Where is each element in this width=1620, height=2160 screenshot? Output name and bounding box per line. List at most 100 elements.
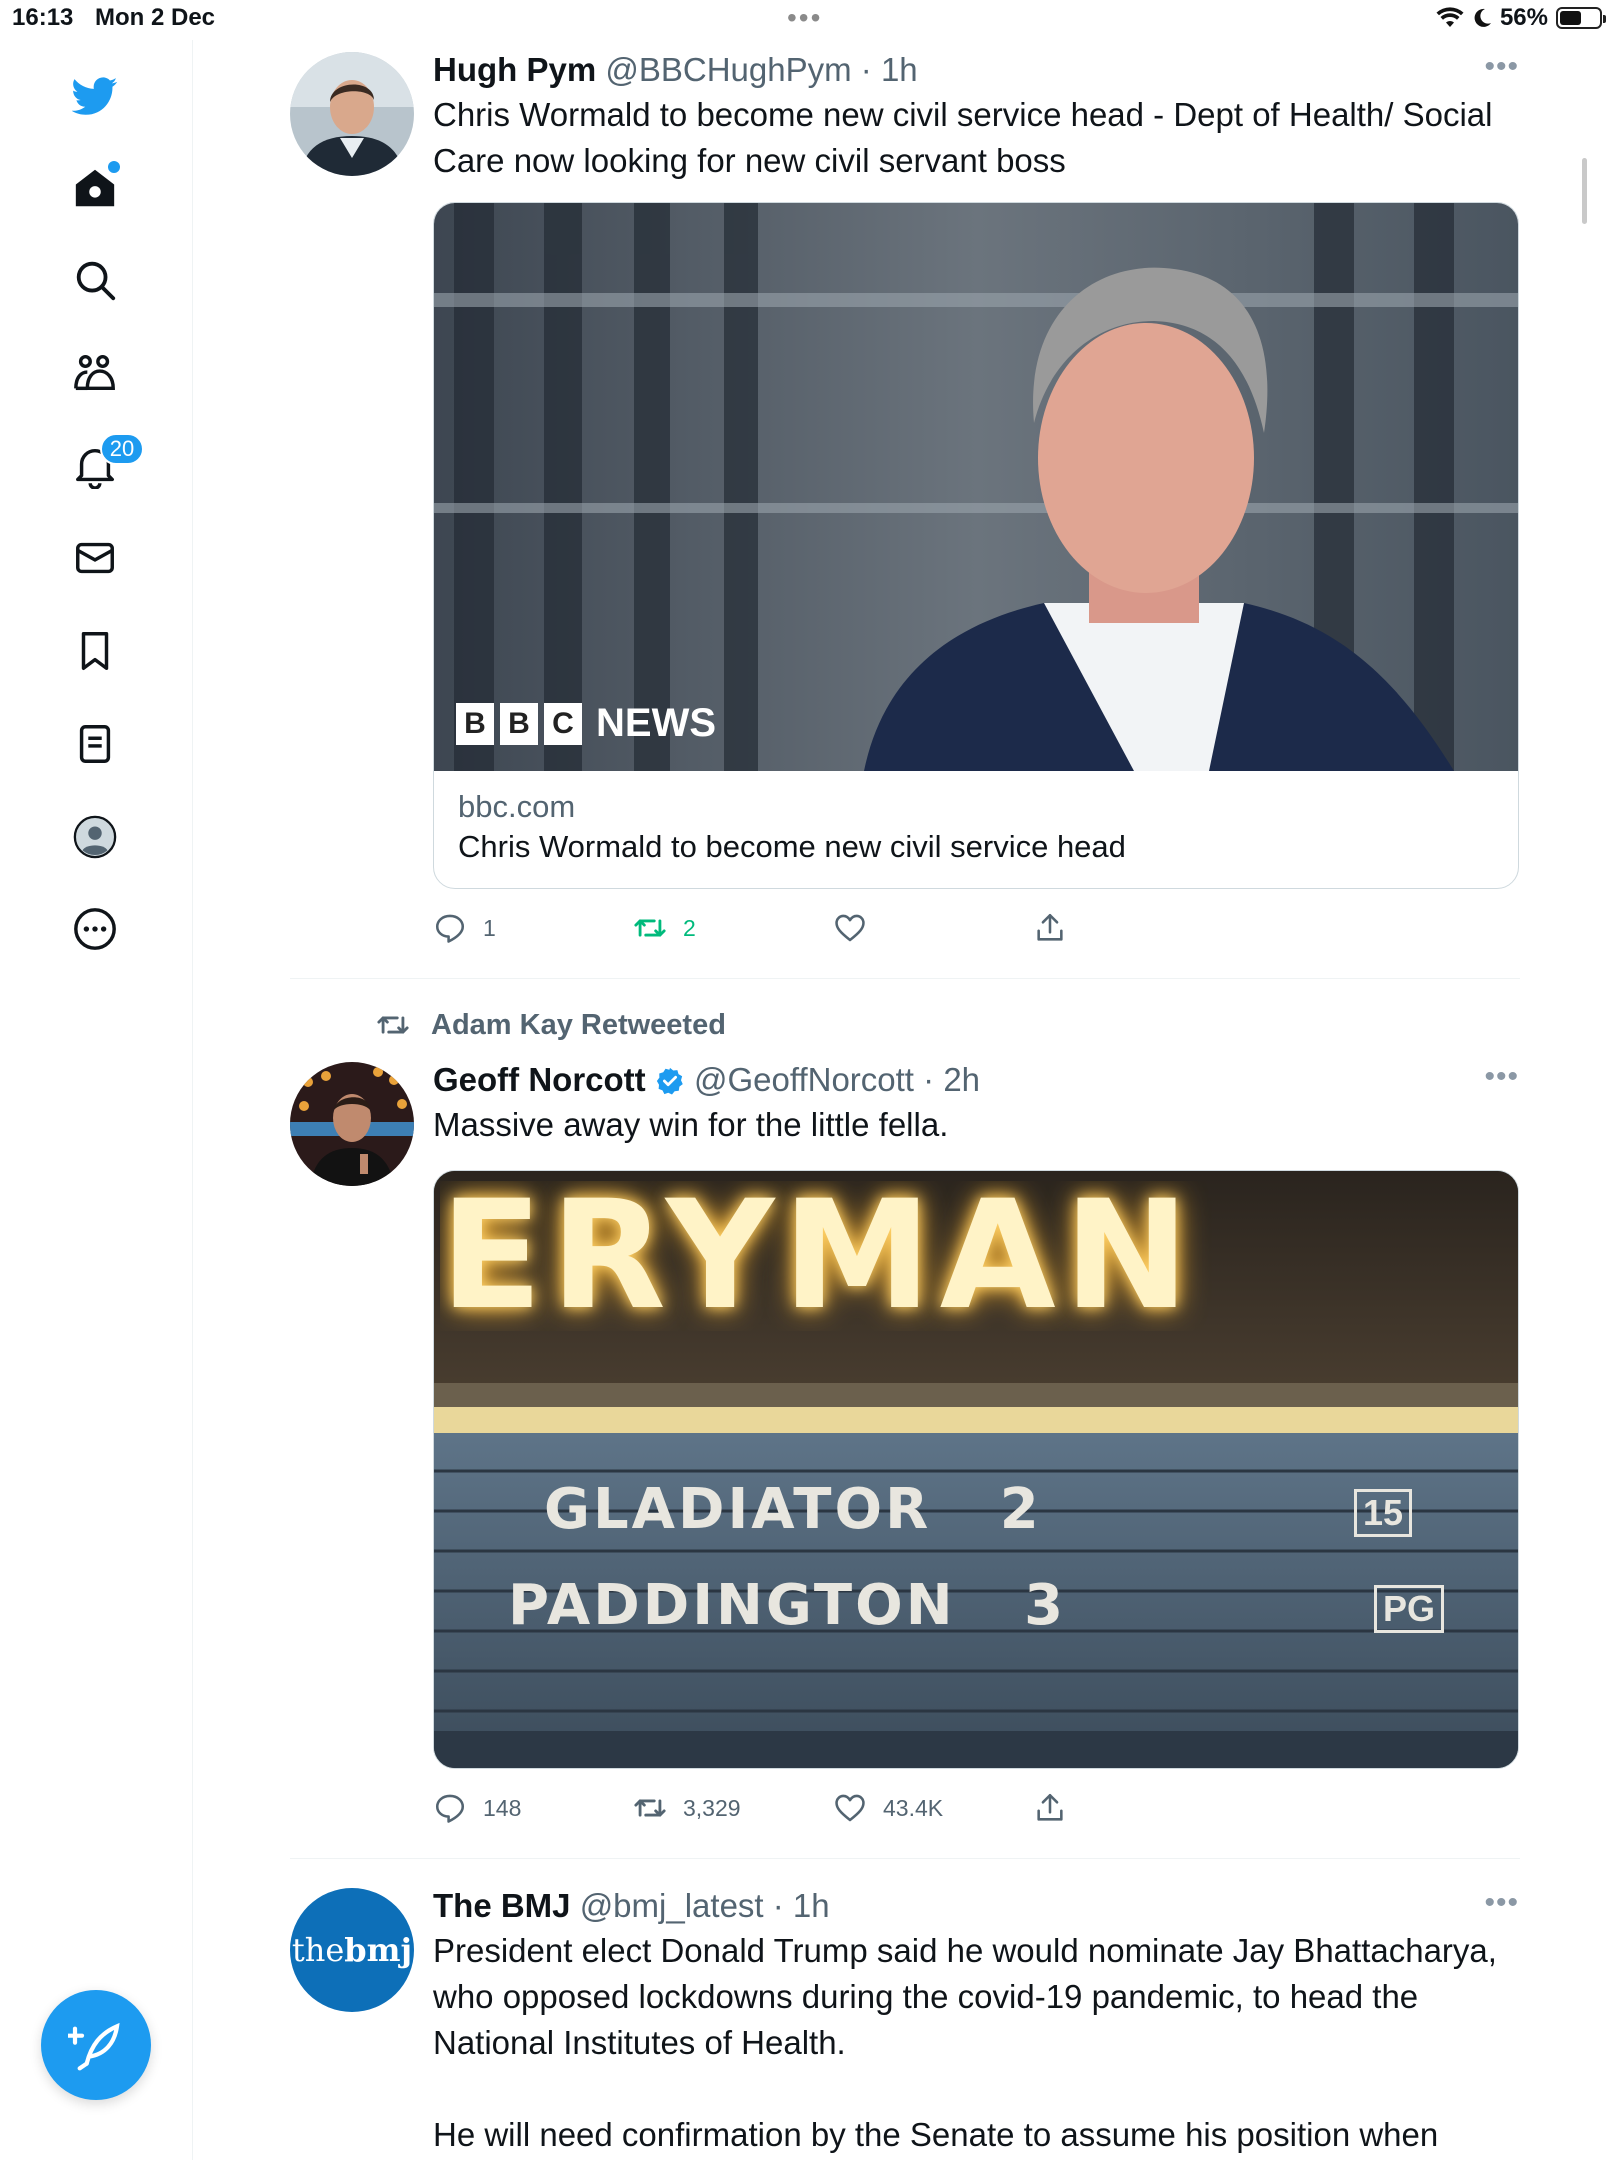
bbc-logo-box: C — [544, 702, 582, 745]
sidebar-nav: 20 — [0, 40, 193, 2160]
sidebar-item-communities[interactable] — [64, 342, 126, 404]
link-card-image: B B C NEWS — [434, 203, 1518, 771]
bbc-logo-box: B — [456, 702, 494, 745]
link-domain: bbc.com — [458, 789, 576, 824]
avatar-the-bmj[interactable]: thebmj — [290, 1888, 414, 2012]
tweet-photo[interactable]: ERYMAN GLADIATOR 2 15 PADDINGTON 3 PG — [433, 1170, 1519, 1769]
retweet-icon — [377, 1016, 409, 1034]
share-button[interactable] — [1033, 1791, 1067, 1825]
sidebar-item-notifications[interactable]: 20 — [64, 433, 144, 497]
like-button[interactable]: 43.4K — [833, 1791, 943, 1825]
retweeted-by-text: Adam Kay Retweeted — [431, 1008, 726, 1041]
tweet-time[interactable]: · 1h — [861, 51, 918, 88]
link-title: Chris Wormald to become new civil servic… — [458, 829, 1126, 864]
battery-icon — [1556, 7, 1606, 29]
tweet-more-icon[interactable]: ••• — [1484, 50, 1519, 84]
status-time: 16:13 — [12, 4, 74, 31]
rating-badge: 15 — [1354, 1489, 1413, 1537]
tweet-text: President elect Donald Trump said he wou… — [433, 1932, 1497, 2061]
lists-icon — [79, 725, 111, 763]
battery-level — [1560, 11, 1582, 25]
avatar-hugh-pym[interactable] — [290, 52, 414, 176]
sign-line-1: GLADIATOR 2 — [544, 1477, 1042, 1542]
reply-icon — [435, 914, 465, 943]
reply-icon — [435, 1794, 465, 1823]
tweet-time[interactable]: · 2h — [923, 1061, 980, 1098]
sidebar-item-search[interactable] — [64, 249, 126, 311]
author-handle[interactable]: @bmj_latest — [580, 1887, 764, 1924]
tweet-actions: 1 2 — [433, 911, 1519, 961]
tweet-time[interactable]: · 1h — [773, 1887, 830, 1924]
sign-line-2: PADDINGTON 3 — [508, 1573, 1067, 1638]
status-bar: 16:13 Mon 2 Dec ••• 56% — [0, 0, 1620, 40]
tweet-more-icon[interactable]: ••• — [1484, 1060, 1519, 1094]
tweet-more-icon[interactable]: ••• — [1484, 1886, 1519, 1920]
notifications-badge: 20 — [100, 433, 144, 465]
wifi-icon — [1436, 7, 1464, 27]
tweet-header: The BMJ @bmj_latest · 1h — [433, 1886, 1519, 1926]
profile-avatar-icon — [73, 815, 117, 859]
bmj-logo: thebmj — [292, 1931, 412, 1969]
home-unread-dot — [108, 161, 120, 173]
tweet-divider — [290, 1858, 1520, 1859]
retweeted-by-label[interactable]: Adam Kay Retweeted — [373, 1008, 726, 1042]
author-handle[interactable]: @BBCHughPym — [605, 51, 851, 88]
heart-icon — [835, 914, 865, 942]
share-button[interactable] — [1033, 911, 1067, 945]
status-indicators: 56% — [1436, 4, 1606, 32]
tweet-text-continued: He will need confirmation by the Senate … — [433, 2116, 1439, 2153]
tweet-text: Chris Wormald to become new civil servic… — [433, 96, 1493, 179]
retweet-button[interactable]: 2 — [633, 911, 696, 945]
compose-tweet-button[interactable] — [41, 1990, 151, 2100]
rating-badge: PG — [1374, 1585, 1445, 1633]
more-circle-icon — [74, 908, 116, 950]
bookmark-icon — [81, 632, 109, 670]
reply-button[interactable]: 148 — [433, 1791, 521, 1825]
sidebar-item-home[interactable] — [64, 157, 126, 219]
bbc-logo-box: B — [500, 702, 538, 745]
twitter-logo-icon[interactable] — [64, 65, 126, 127]
search-icon — [76, 261, 116, 301]
share-icon — [1037, 913, 1063, 941]
communities-icon — [74, 354, 115, 391]
sidebar-item-messages[interactable] — [64, 527, 126, 589]
tweet-header: Hugh Pym @BBCHughPym · 1h — [433, 50, 1519, 90]
sidebar-item-bookmarks[interactable] — [64, 620, 126, 682]
sidebar-item-more[interactable] — [64, 898, 126, 960]
envelope-icon — [76, 542, 114, 574]
moon-icon — [1474, 8, 1491, 27]
neon-sign: ERYMAN — [440, 1181, 1198, 1331]
share-icon — [1037, 1793, 1063, 1821]
tweet-header: Geoff Norcott @GeoffNorcott · 2h — [433, 1060, 1519, 1100]
link-card[interactable]: B B C NEWS bbc.com Chris Wormald to beco… — [433, 202, 1519, 889]
retweet-icon — [634, 919, 666, 937]
multitasking-dots-icon[interactable]: ••• — [787, 4, 822, 32]
author-handle[interactable]: @GeoffNorcott — [694, 1061, 914, 1098]
retweet-count: 2 — [683, 914, 696, 941]
avatar-geoff-norcott[interactable] — [290, 1062, 414, 1186]
bmj-logo-bold: bmj — [344, 1931, 413, 1969]
sidebar-item-profile[interactable] — [64, 806, 126, 868]
compose-feather-icon — [68, 2022, 120, 2071]
author-name[interactable]: Hugh Pym — [433, 51, 596, 88]
author-name[interactable]: The BMJ — [433, 1887, 571, 1924]
retweet-count: 3,329 — [683, 1794, 741, 1821]
reply-count: 148 — [483, 1794, 522, 1821]
bbc-logo-news: NEWS — [596, 701, 716, 745]
tweet-actions: 148 3,329 43.4K — [433, 1791, 1519, 1841]
link-card-meta: bbc.com Chris Wormald to become new civi… — [434, 771, 1518, 867]
heart-icon — [835, 1794, 865, 1822]
tweet-divider — [290, 978, 1520, 979]
reply-count: 1 — [483, 914, 496, 941]
retweet-button[interactable]: 3,329 — [633, 1791, 741, 1825]
battery-percent: 56% — [1499, 4, 1548, 31]
scrollbar[interactable] — [1582, 158, 1587, 224]
tweet-text: Massive away win for the little fella. — [433, 1106, 949, 1143]
author-name[interactable]: Geoff Norcott — [433, 1061, 646, 1098]
like-count: 43.4K — [883, 1794, 944, 1821]
bbc-news-logo: B B C NEWS — [456, 701, 716, 746]
bmj-logo-light: the — [291, 1931, 345, 1969]
like-button[interactable] — [833, 911, 867, 945]
reply-button[interactable]: 1 — [433, 911, 496, 945]
sidebar-item-lists[interactable] — [64, 713, 126, 775]
